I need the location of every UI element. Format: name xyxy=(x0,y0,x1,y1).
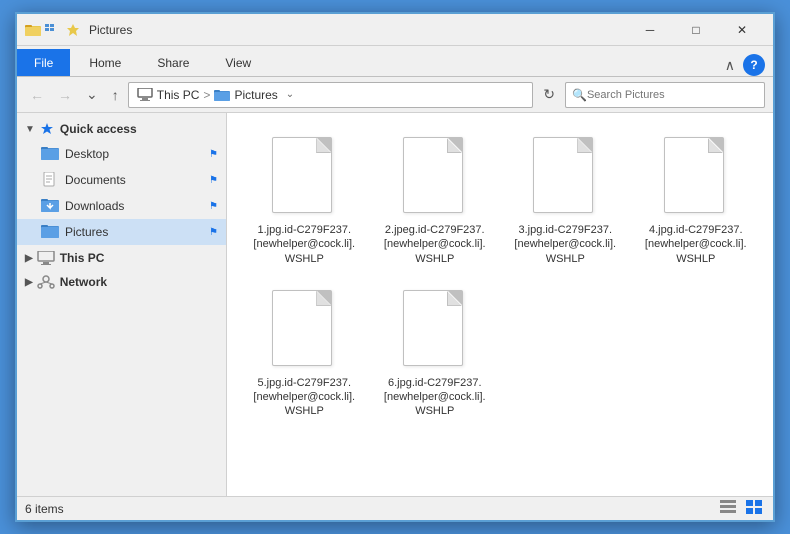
sidebar-header-network[interactable]: ▶ Network xyxy=(17,271,226,293)
title-bar: Pictures ─ □ ✕ xyxy=(17,14,773,46)
file-item-file2[interactable]: 2.jpeg.id-C279F237.[newhelper@cock.li].W… xyxy=(374,129,497,274)
chevron-right-icon: ▶ xyxy=(25,253,33,264)
downloads-icon xyxy=(41,197,59,215)
list-view-button[interactable] xyxy=(717,499,739,518)
item-count: 6 items xyxy=(25,502,64,516)
downloads-label: Downloads xyxy=(65,199,205,213)
address-bar: ← → ⌄ ↑ This PC > Pictures ⌄ ↻ 🔍 xyxy=(17,77,773,113)
file-item-file1[interactable]: 1.jpg.id-C279F237.[newhelper@cock.li].WS… xyxy=(243,129,366,274)
file-page xyxy=(272,137,332,213)
close-button[interactable]: ✕ xyxy=(719,14,765,46)
file-name: 6.jpg.id-C279F237.[newhelper@cock.li].WS… xyxy=(380,376,490,419)
window-title: Pictures xyxy=(89,23,627,37)
file-icon xyxy=(403,290,467,370)
file-area: 1.jpg.id-C279F237.[newhelper@cock.li].WS… xyxy=(227,113,773,496)
sidebar-item-pictures[interactable]: Pictures ⚑ xyxy=(17,219,226,245)
file-icon xyxy=(272,137,336,217)
documents-label: Documents xyxy=(65,173,205,187)
documents-icon xyxy=(41,171,59,189)
search-box[interactable]: 🔍 xyxy=(565,82,765,108)
sidebar-section-quick-access: ▼ Quick access xyxy=(17,117,226,245)
sidebar-item-documents[interactable]: Documents ⚑ xyxy=(17,167,226,193)
tab-view[interactable]: View xyxy=(208,49,268,76)
file-name: 1.jpg.id-C279F237.[newhelper@cock.li].WS… xyxy=(249,223,359,266)
window-controls: ─ □ ✕ xyxy=(627,14,765,46)
refresh-button[interactable]: ↻ xyxy=(537,84,561,105)
chevron-down-icon: ▼ xyxy=(25,124,35,135)
quick-access-label: Quick access xyxy=(60,122,137,136)
file-item-file3[interactable]: 3.jpg.id-C279F237.[newhelper@cock.li].WS… xyxy=(504,129,627,274)
file-name: 2.jpeg.id-C279F237.[newhelper@cock.li].W… xyxy=(380,223,490,266)
file-icon xyxy=(403,137,467,217)
file-explorer-window: Pictures ─ □ ✕ File Home Share View ∧ ? … xyxy=(15,12,775,522)
ribbon-expand-button[interactable]: ∧ xyxy=(721,55,739,76)
file-page xyxy=(272,290,332,366)
network-label: Network xyxy=(60,275,107,289)
file-name: 3.jpg.id-C279F237.[newhelper@cock.li].WS… xyxy=(510,223,620,266)
path-sep-1: > xyxy=(203,88,210,102)
file-page xyxy=(533,137,593,213)
sidebar-header-this-pc[interactable]: ▶ This PC xyxy=(17,247,226,269)
main-content: ▼ Quick access xyxy=(17,113,773,496)
file-page xyxy=(403,290,463,366)
pin-icon xyxy=(65,22,81,38)
desktop-folder-icon xyxy=(41,145,59,163)
file-icon xyxy=(533,137,597,217)
tab-file[interactable]: File xyxy=(17,49,70,76)
title-bar-icons xyxy=(25,22,81,38)
sidebar-header-quick-access[interactable]: ▼ Quick access xyxy=(17,117,226,141)
help-button[interactable]: ? xyxy=(743,54,765,76)
downloads-pin-icon: ⚑ xyxy=(209,201,218,212)
sidebar-item-downloads[interactable]: Downloads ⚑ xyxy=(17,193,226,219)
sidebar: ▼ Quick access xyxy=(17,113,227,496)
tab-home[interactable]: Home xyxy=(72,49,138,76)
chevron-right-icon-2: ▶ xyxy=(25,277,33,288)
ribbon: File Home Share View ∧ ? xyxy=(17,46,773,77)
file-item-file6[interactable]: 6.jpg.id-C279F237.[newhelper@cock.li].WS… xyxy=(374,282,497,427)
sidebar-section-this-pc: ▶ This PC xyxy=(17,247,226,269)
up-button[interactable]: ↑ xyxy=(107,85,124,105)
file-item-file4[interactable]: 4.jpg.id-C279F237.[newhelper@cock.li].WS… xyxy=(635,129,758,274)
pictures-pin-icon: ⚑ xyxy=(209,227,218,238)
view-controls xyxy=(717,499,765,518)
pictures-folder-icon xyxy=(41,223,59,241)
sidebar-section-network: ▶ Network xyxy=(17,271,226,293)
file-page xyxy=(664,137,724,213)
address-path[interactable]: This PC > Pictures ⌄ xyxy=(128,82,534,108)
maximize-button[interactable]: □ xyxy=(673,14,719,46)
tab-share[interactable]: Share xyxy=(140,49,206,76)
path-dropdown-icon: ⌄ xyxy=(286,89,294,100)
file-item-file5[interactable]: 5.jpg.id-C279F237.[newhelper@cock.li].WS… xyxy=(243,282,366,427)
quick-access-icon xyxy=(45,22,61,38)
grid-view-button[interactable] xyxy=(743,499,765,518)
file-icon xyxy=(272,290,336,370)
search-icon: 🔍 xyxy=(572,88,587,102)
this-pc-label: This PC xyxy=(60,251,105,265)
forward-button[interactable]: → xyxy=(53,85,77,105)
desktop-pin-icon: ⚑ xyxy=(209,149,218,160)
pictures-label: Pictures xyxy=(65,225,205,239)
ribbon-tab-bar: File Home Share View ∧ ? xyxy=(17,46,773,76)
status-bar: 6 items xyxy=(17,496,773,520)
back-button[interactable]: ← xyxy=(25,85,49,105)
desktop-label: Desktop xyxy=(65,147,205,161)
file-icon xyxy=(664,137,728,217)
path-part-thispc: This PC xyxy=(157,88,200,102)
documents-pin-icon: ⚑ xyxy=(209,175,218,186)
ribbon-expand-area: ∧ ? xyxy=(721,54,773,76)
search-input[interactable] xyxy=(587,89,758,101)
file-name: 4.jpg.id-C279F237.[newhelper@cock.li].WS… xyxy=(641,223,751,266)
window-icon xyxy=(25,22,41,38)
minimize-button[interactable]: ─ xyxy=(627,14,673,46)
path-part-pictures: Pictures xyxy=(234,88,277,102)
file-page xyxy=(403,137,463,213)
sidebar-item-desktop[interactable]: Desktop ⚑ xyxy=(17,141,226,167)
recent-locations-button[interactable]: ⌄ xyxy=(81,84,103,105)
file-name: 5.jpg.id-C279F237.[newhelper@cock.li].WS… xyxy=(249,376,359,419)
